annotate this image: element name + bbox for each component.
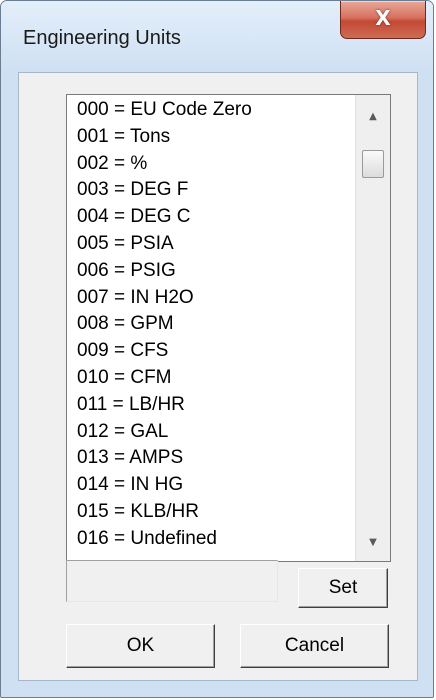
dialog-title: Engineering Units [23, 27, 181, 49]
scrollbar-thumb[interactable] [362, 150, 384, 178]
scroll-up-arrow-icon[interactable]: ▲ [356, 105, 390, 129]
vertical-scrollbar[interactable]: ▲ ▼ [355, 95, 390, 561]
list-item[interactable]: 016 = Undefined [77, 526, 348, 553]
list-item[interactable]: 002 = % [77, 151, 348, 178]
list-item[interactable]: 003 = DEG F [77, 177, 348, 204]
set-button[interactable]: Set [298, 568, 388, 608]
list-item[interactable]: 011 = LB/HR [77, 392, 348, 419]
list-item[interactable]: 008 = GPM [77, 311, 348, 338]
engineering-units-dialog: Engineering Units X 000 = EU Code Zero 00… [0, 0, 434, 698]
cancel-button[interactable]: Cancel [240, 624, 389, 668]
list-item[interactable]: 004 = DEG C [77, 204, 348, 231]
list-item[interactable]: 014 = IN HG [77, 472, 348, 499]
list-item[interactable]: 001 = Tons [77, 124, 348, 151]
list-item[interactable]: 010 = CFM [77, 365, 348, 392]
units-listbox[interactable]: 000 = EU Code Zero 001 = Tons 002 = % 003 =… [66, 94, 391, 562]
list-item[interactable]: 009 = CFS [77, 338, 348, 365]
units-list: 000 = EU Code Zero 001 = Tons 002 = % 003 =… [77, 97, 348, 553]
close-icon: X [375, 6, 391, 30]
dialog-client-area: 000 = EU Code Zero 001 = Tons 002 = % 003 =… [18, 72, 418, 681]
scroll-down-arrow-icon[interactable]: ▼ [356, 531, 390, 555]
close-button[interactable]: X [340, 1, 426, 39]
list-item[interactable]: 013 = AMPS [77, 445, 348, 472]
list-item[interactable]: 005 = PSIA [77, 231, 348, 258]
list-item[interactable]: 012 = GAL [77, 419, 348, 446]
list-item[interactable]: 015 = KLB/HR [77, 499, 348, 526]
list-item[interactable]: 000 = EU Code Zero [77, 97, 348, 124]
list-item[interactable]: 007 = IN H2O [77, 285, 348, 312]
unit-value-field[interactable] [66, 560, 278, 602]
list-item[interactable]: 006 = PSIG [77, 258, 348, 285]
ok-button[interactable]: OK [66, 624, 215, 668]
